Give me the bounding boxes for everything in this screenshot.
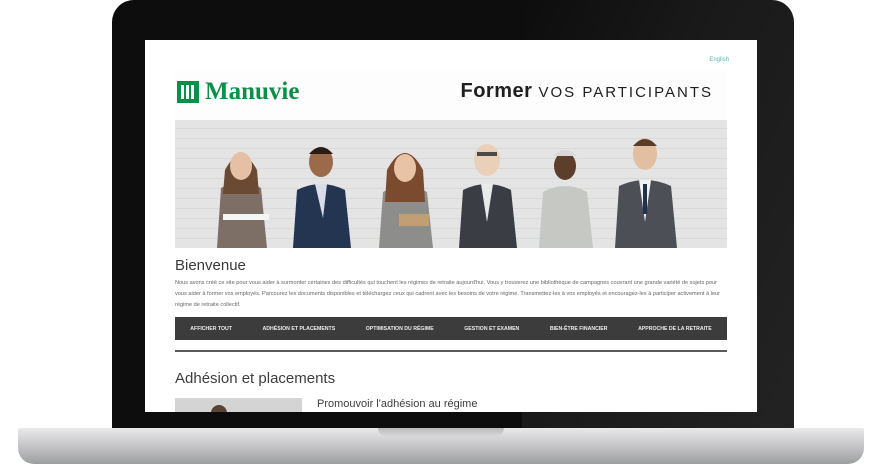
section-title: Adhésion et placements (175, 370, 336, 387)
nav-management-review[interactable]: GESTION ET EXAMEN (464, 326, 519, 332)
welcome-title: Bienvenue (175, 257, 246, 274)
language-link[interactable]: English (709, 57, 729, 63)
nav-plan-optimization[interactable]: OPTIMISATION DU RÉGIME (366, 326, 434, 332)
laptop-notch (378, 428, 504, 436)
manulife-logo[interactable]: Manuvie (177, 78, 299, 106)
tagline-bold: Former (460, 80, 533, 102)
person-2 (293, 147, 351, 248)
tagline-rest: VOS PARTICIPANTS (538, 84, 713, 101)
nav-enrollment-investments[interactable]: ADHÉSION ET PLACEMENTS (263, 326, 336, 332)
thumbnail-person (211, 405, 227, 412)
person-1 (217, 152, 269, 248)
banner-tagline: Former VOS PARTICIPANTS (461, 80, 714, 103)
people-photo (217, 138, 677, 248)
welcome-text: Nous avons créé ce site pour vous aider … (175, 280, 721, 308)
brand-name: Manuvie (205, 78, 300, 105)
nav-show-all[interactable]: AFFICHER TOUT (190, 326, 232, 332)
nav-approaching-retirement[interactable]: APPROCHE DE LA RETRAITE (638, 326, 712, 332)
card-title[interactable]: Promouvoir l'adhésion au régime (317, 398, 477, 410)
card-thumbnail[interactable] (175, 398, 302, 412)
hero-banner: Manuvie Former VOS PARTICIPANTS (175, 70, 727, 248)
person-6 (615, 138, 677, 248)
person-5 (539, 150, 593, 248)
laptop-screen: English Manuvie Former VOS PARTICIPANTS (145, 40, 757, 412)
person-4 (459, 144, 517, 248)
person-3 (379, 153, 433, 248)
category-nav: AFFICHER TOUT ADHÉSION ET PLACEMENTS OPT… (175, 317, 727, 340)
logo-mark-icon (177, 81, 199, 103)
section-divider (175, 350, 727, 352)
nav-financial-wellness[interactable]: BIEN-ÊTRE FINANCIER (550, 326, 608, 332)
